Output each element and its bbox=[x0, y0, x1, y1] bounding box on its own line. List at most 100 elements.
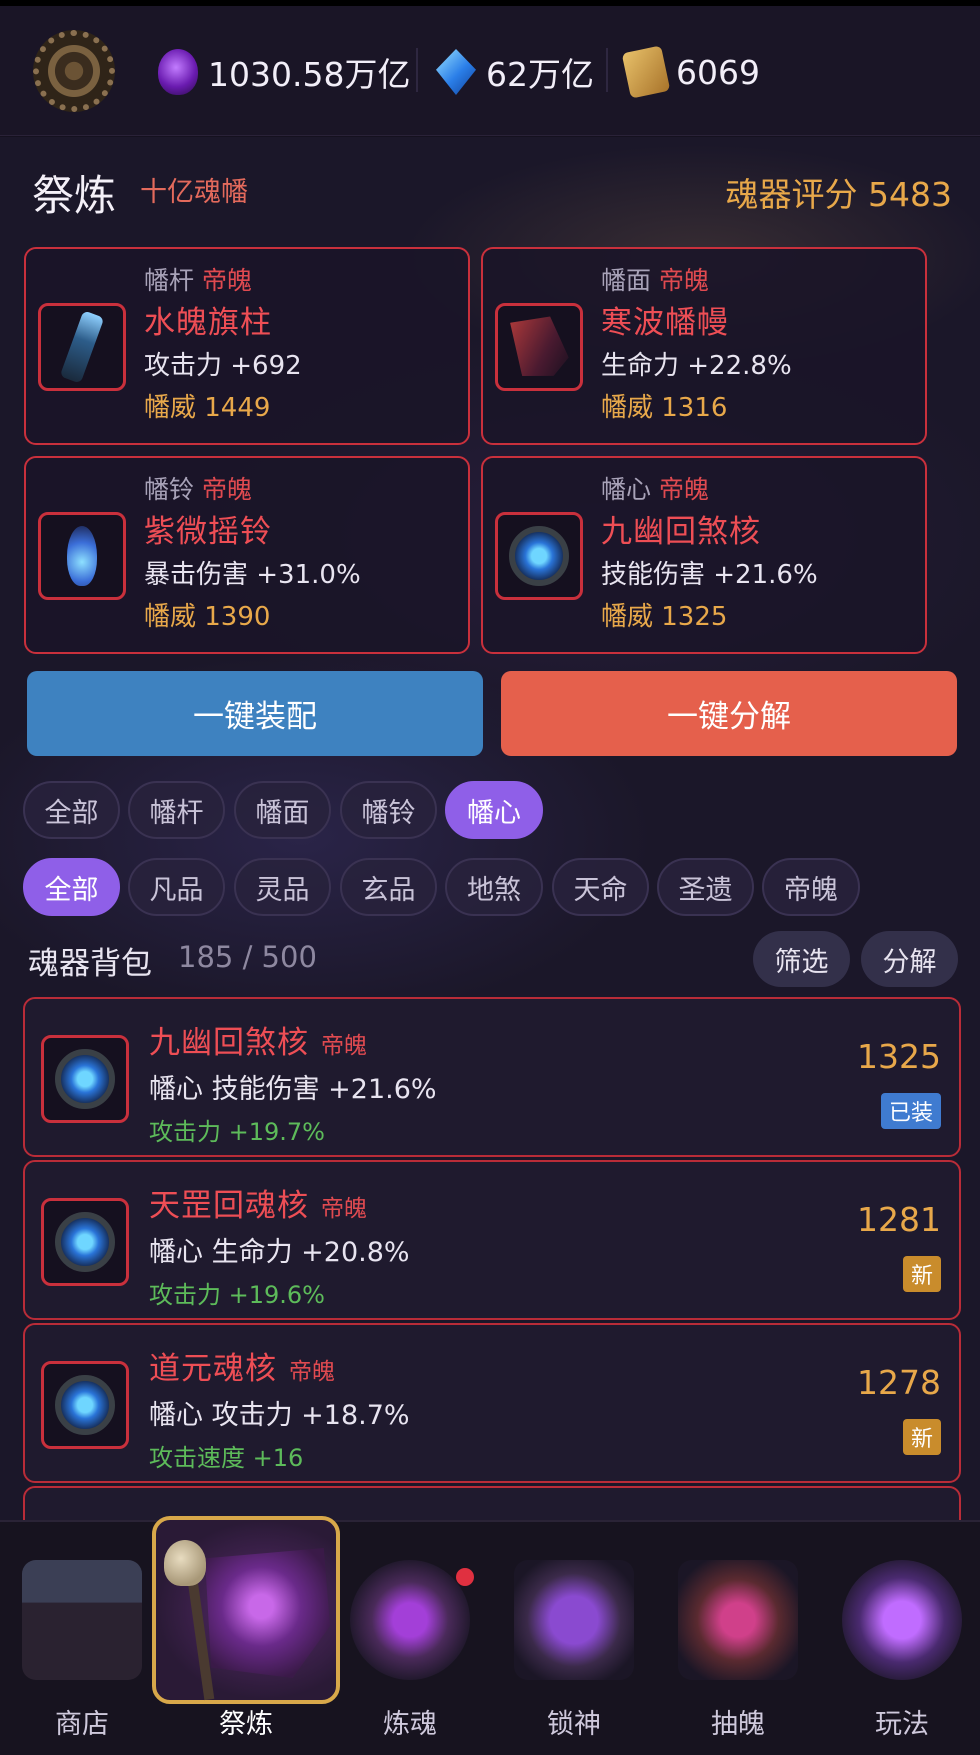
filter-rarity-mystic[interactable]: 玄品 bbox=[340, 858, 437, 916]
nav-tab-soul-forge[interactable]: 炼魂 bbox=[335, 1540, 485, 1755]
chain-icon bbox=[514, 1560, 634, 1680]
rarity-label: 帝魄 bbox=[321, 1196, 367, 1222]
item-thumbnail bbox=[41, 1198, 129, 1286]
page-title: 祭炼 bbox=[32, 171, 117, 220]
rarity-label: 帝魄 bbox=[202, 475, 253, 504]
filter-rarity-earth[interactable]: 地煞 bbox=[445, 858, 543, 916]
gear-icon[interactable] bbox=[33, 30, 115, 112]
slot-stat: 暴击伤害 +31.0% bbox=[144, 560, 361, 590]
rarity-label: 帝魄 bbox=[289, 1359, 335, 1385]
filter-part-core[interactable]: 幡心 bbox=[445, 781, 543, 839]
item-thumbnail bbox=[41, 1035, 129, 1123]
slot-type: 幡铃 bbox=[144, 475, 195, 504]
nav-label: 炼魂 bbox=[383, 1709, 437, 1740]
rarity-label: 帝魄 bbox=[659, 475, 710, 504]
core-orb-icon bbox=[55, 1375, 115, 1435]
nav-label: 抽魄 bbox=[711, 1709, 765, 1740]
slot-power: 幡威 1449 bbox=[144, 393, 271, 423]
nav-tab-gameplay[interactable]: 玩法 bbox=[827, 1540, 977, 1755]
filter-part-bell[interactable]: 幡铃 bbox=[340, 781, 437, 839]
slot-stat: 技能伤害 +21.6% bbox=[601, 560, 818, 590]
slot-item-name: 紫微摇铃 bbox=[144, 514, 272, 550]
new-badge: 新 bbox=[902, 1256, 941, 1292]
resource-crystal-value: 62万亿 bbox=[486, 55, 594, 94]
slot-thumbnail bbox=[495, 512, 583, 600]
item-power: 1325 bbox=[857, 1037, 941, 1076]
soul-orb-icon bbox=[158, 49, 198, 95]
equipped-badge: 已装 bbox=[880, 1093, 941, 1129]
item-substat: 攻击力 +19.7% bbox=[149, 1118, 325, 1146]
filter-rarity-heaven[interactable]: 天命 bbox=[552, 858, 649, 916]
shop-icon bbox=[22, 1560, 142, 1680]
filter-rarity-emperor[interactable]: 帝魄 bbox=[762, 858, 860, 916]
slot-pole[interactable]: 幡杆 帝魄 水魄旗柱 攻击力 +692 幡威 1449 bbox=[24, 247, 470, 445]
resource-scroll: 6069 bbox=[621, 44, 760, 100]
core-orb-icon bbox=[55, 1212, 115, 1272]
list-item[interactable]: 道元魂核 帝魄 幡心 攻击力 +18.7% 攻击速度 +16 1278 新 bbox=[23, 1323, 961, 1483]
slot-stat: 攻击力 +692 bbox=[144, 351, 302, 381]
item-name: 道元魂核 bbox=[149, 1351, 277, 1387]
item-stat: 幡心 技能伤害 +21.6% bbox=[149, 1074, 437, 1105]
slot-power: 幡威 1390 bbox=[144, 602, 271, 632]
nav-tab-draw[interactable]: 抽魄 bbox=[663, 1540, 813, 1755]
item-stat: 幡心 攻击力 +18.7% bbox=[149, 1400, 410, 1431]
spirit-icon bbox=[842, 1560, 962, 1680]
resource-soul: 1030.58万亿 bbox=[158, 44, 410, 100]
item-name: 天罡回魂核 bbox=[149, 1188, 309, 1224]
filter-rarity-all[interactable]: 全部 bbox=[23, 858, 120, 916]
item-power: 1281 bbox=[857, 1200, 941, 1239]
item-power: 1278 bbox=[857, 1363, 941, 1402]
filter-part-pole[interactable]: 幡杆 bbox=[128, 781, 225, 839]
resource-scroll-value: 6069 bbox=[676, 52, 760, 92]
slot-bell[interactable]: 幡铃 帝魄 紫微摇铃 暴击伤害 +31.0% 幡威 1390 bbox=[24, 456, 470, 654]
list-item[interactable]: 天罡回魂核 帝魄 幡心 生命力 +20.8% 攻击力 +19.6% 1281 新 bbox=[23, 1160, 961, 1320]
filter-part-all[interactable]: 全部 bbox=[23, 781, 120, 839]
slot-item-name: 寒波幡幔 bbox=[601, 305, 729, 341]
filter-rarity-relic[interactable]: 圣遗 bbox=[657, 858, 754, 916]
filter-rarity-spirit[interactable]: 灵品 bbox=[234, 858, 331, 916]
slot-item-name: 水魄旗柱 bbox=[144, 305, 272, 341]
top-bar: 1030.58万亿 62万亿 6069 bbox=[0, 0, 980, 136]
resource-soul-value: 1030.58万亿 bbox=[208, 55, 411, 94]
nav-label: 祭炼 bbox=[219, 1709, 273, 1740]
slot-stat: 生命力 +22.8% bbox=[601, 351, 792, 381]
slot-type: 幡心 bbox=[601, 475, 652, 504]
pole-icon bbox=[59, 310, 105, 384]
filter-button[interactable]: 筛选 bbox=[753, 931, 850, 987]
new-badge: 新 bbox=[902, 1419, 941, 1455]
slot-type: 幡面 bbox=[601, 266, 652, 295]
bag-count: 185 / 500 bbox=[178, 940, 317, 974]
decompose-button[interactable]: 分解 bbox=[861, 931, 958, 987]
slot-thumbnail bbox=[38, 512, 126, 600]
item-name: 九幽回煞核 bbox=[149, 1025, 309, 1061]
nav-tab-lock-god[interactable]: 锁神 bbox=[499, 1540, 649, 1755]
rarity-label: 帝魄 bbox=[321, 1033, 367, 1059]
banner-cloth-icon bbox=[505, 309, 572, 385]
filter-part-banner[interactable]: 幡面 bbox=[234, 781, 331, 839]
soul-score: 魂器评分 5483 bbox=[725, 175, 952, 214]
page-subtitle: 十亿魂幡 bbox=[140, 177, 248, 208]
decompose-all-button[interactable]: 一键分解 bbox=[501, 671, 957, 756]
rarity-label: 帝魄 bbox=[659, 266, 710, 295]
divider bbox=[606, 48, 608, 92]
filter-rarity-common[interactable]: 凡品 bbox=[128, 858, 225, 916]
item-stat: 幡心 生命力 +20.8% bbox=[149, 1237, 410, 1268]
item-substat: 攻击速度 +16 bbox=[149, 1444, 304, 1472]
portal-icon bbox=[678, 1560, 798, 1680]
scroll-icon bbox=[621, 45, 671, 99]
equip-all-button[interactable]: 一键装配 bbox=[27, 671, 483, 756]
item-substat: 攻击力 +19.6% bbox=[149, 1281, 325, 1309]
slot-thumbnail bbox=[38, 303, 126, 391]
nav-tab-shop[interactable]: 商店 bbox=[7, 1540, 157, 1755]
core-orb-icon bbox=[509, 526, 569, 586]
nav-tab-refine[interactable]: 祭炼 bbox=[171, 1540, 321, 1755]
slot-power: 幡威 1316 bbox=[601, 393, 728, 423]
item-thumbnail bbox=[41, 1361, 129, 1449]
nav-label: 锁神 bbox=[547, 1709, 601, 1740]
list-item[interactable]: 九幽回煞核 帝魄 幡心 技能伤害 +21.6% 攻击力 +19.7% 1325 … bbox=[23, 997, 961, 1157]
slot-type: 幡杆 bbox=[144, 266, 195, 295]
slot-banner[interactable]: 幡面 帝魄 寒波幡幔 生命力 +22.8% 幡威 1316 bbox=[481, 247, 927, 445]
slot-core[interactable]: 幡心 帝魄 九幽回煞核 技能伤害 +21.6% 幡威 1325 bbox=[481, 456, 927, 654]
skull-orb-icon bbox=[350, 1560, 470, 1680]
slot-power: 幡威 1325 bbox=[601, 602, 728, 632]
